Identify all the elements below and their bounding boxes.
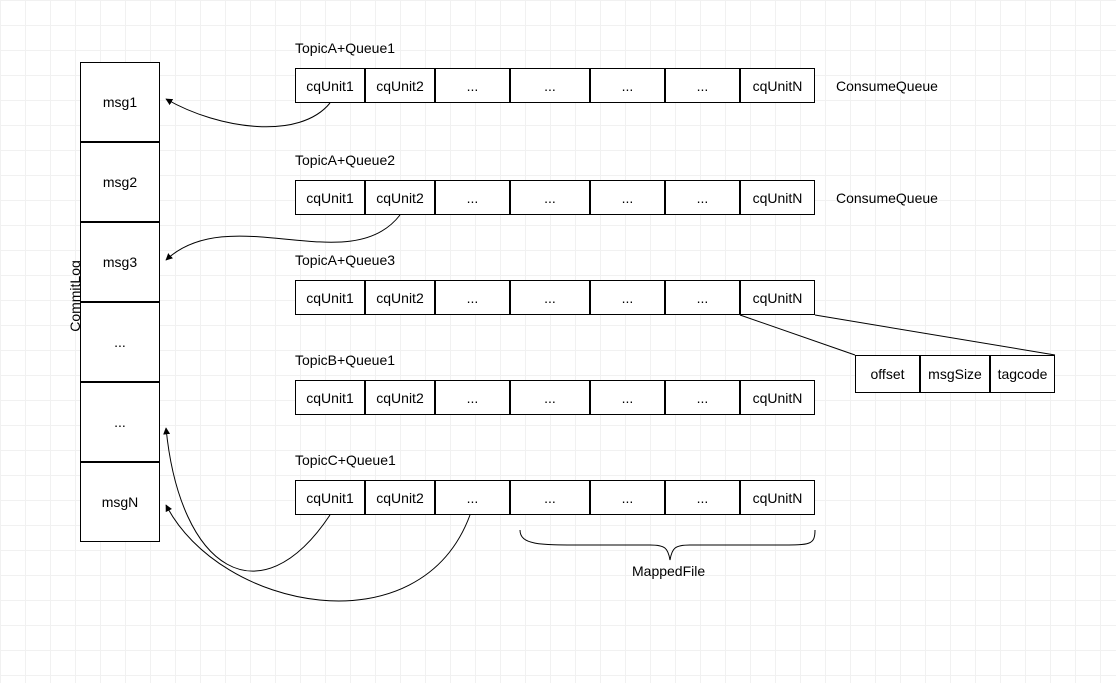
queue-1-cell-1: cqUnit2 xyxy=(365,180,435,215)
queue-4-cell-1: cqUnit2 xyxy=(365,480,435,515)
queue-4-cell-0: cqUnit1 xyxy=(295,480,365,515)
queue-0-cell-4: ... xyxy=(590,68,665,103)
queue-0-cell-5: ... xyxy=(665,68,740,103)
queue-4-cell-4: ... xyxy=(590,480,665,515)
queue-2-cell-2: ... xyxy=(435,280,510,315)
queue-3-cell-0: cqUnit1 xyxy=(295,380,365,415)
queue-1-cell-6: cqUnitN xyxy=(740,180,815,215)
queue-1-cell-5: ... xyxy=(665,180,740,215)
queue-2-cell-3: ... xyxy=(510,280,590,315)
queue-1-cell-3: ... xyxy=(510,180,590,215)
queue-4-cell-6: cqUnitN xyxy=(740,480,815,515)
commitlog-cell-ellipsis2: ... xyxy=(80,382,160,462)
cqunit-detail-offset: offset xyxy=(855,355,920,393)
arrow-q0-to-msg1 xyxy=(166,99,330,127)
queue-3-cell-6: cqUnitN xyxy=(740,380,815,415)
queue-3-cell-2: ... xyxy=(435,380,510,415)
queue-2-cell-5: ... xyxy=(665,280,740,315)
commitlog-cell-msg2: msg2 xyxy=(80,142,160,222)
queue-2-cell-6: cqUnitN xyxy=(740,280,815,315)
arrow-q4-to-msgn xyxy=(166,505,470,601)
queue-title-2: TopicA+Queue3 xyxy=(295,252,395,268)
queue-2-cell-4: ... xyxy=(590,280,665,315)
queue-4-cell-5: ... xyxy=(665,480,740,515)
queue-0-cell-0: cqUnit1 xyxy=(295,68,365,103)
cqunit-detail-tagcode: tagcode xyxy=(990,355,1055,393)
queue-0-cell-3: ... xyxy=(510,68,590,103)
queue-0-cell-2: ... xyxy=(435,68,510,103)
commitlog-cell-msg1: msg1 xyxy=(80,62,160,142)
mappedfile-brace xyxy=(520,530,815,560)
queue-0-cell-1: cqUnit2 xyxy=(365,68,435,103)
detail-connector-left xyxy=(740,315,855,355)
cqunit-detail-msgsize: msgSize xyxy=(920,355,990,393)
queue-title-3: TopicB+Queue1 xyxy=(295,352,395,368)
detail-connector-right xyxy=(815,315,1055,355)
queue-title-1: TopicA+Queue2 xyxy=(295,152,395,168)
queue-3-cell-4: ... xyxy=(590,380,665,415)
queue-2-cell-1: cqUnit2 xyxy=(365,280,435,315)
queue-1-cell-4: ... xyxy=(590,180,665,215)
queue-3-cell-1: cqUnit2 xyxy=(365,380,435,415)
queue-3-cell-5: ... xyxy=(665,380,740,415)
queue-1-cell-0: cqUnit1 xyxy=(295,180,365,215)
queue-0-cell-6: cqUnitN xyxy=(740,68,815,103)
commitlog-cell-msgn: msgN xyxy=(80,462,160,542)
queue-title-4: TopicC+Queue1 xyxy=(295,452,396,468)
queue-0-right-label: ConsumeQueue xyxy=(836,78,938,94)
queue-4-cell-3: ... xyxy=(510,480,590,515)
queue-1-right-label: ConsumeQueue xyxy=(836,190,938,206)
queue-3-cell-3: ... xyxy=(510,380,590,415)
mappedfile-label: MappedFile xyxy=(632,563,705,579)
queue-4-cell-2: ... xyxy=(435,480,510,515)
queue-1-cell-2: ... xyxy=(435,180,510,215)
commitlog-cell-msg3: msg3 xyxy=(80,222,160,302)
commitlog-cell-ellipsis1: ... xyxy=(80,302,160,382)
queue-2-cell-0: cqUnit1 xyxy=(295,280,365,315)
queue-title-0: TopicA+Queue1 xyxy=(295,40,395,56)
